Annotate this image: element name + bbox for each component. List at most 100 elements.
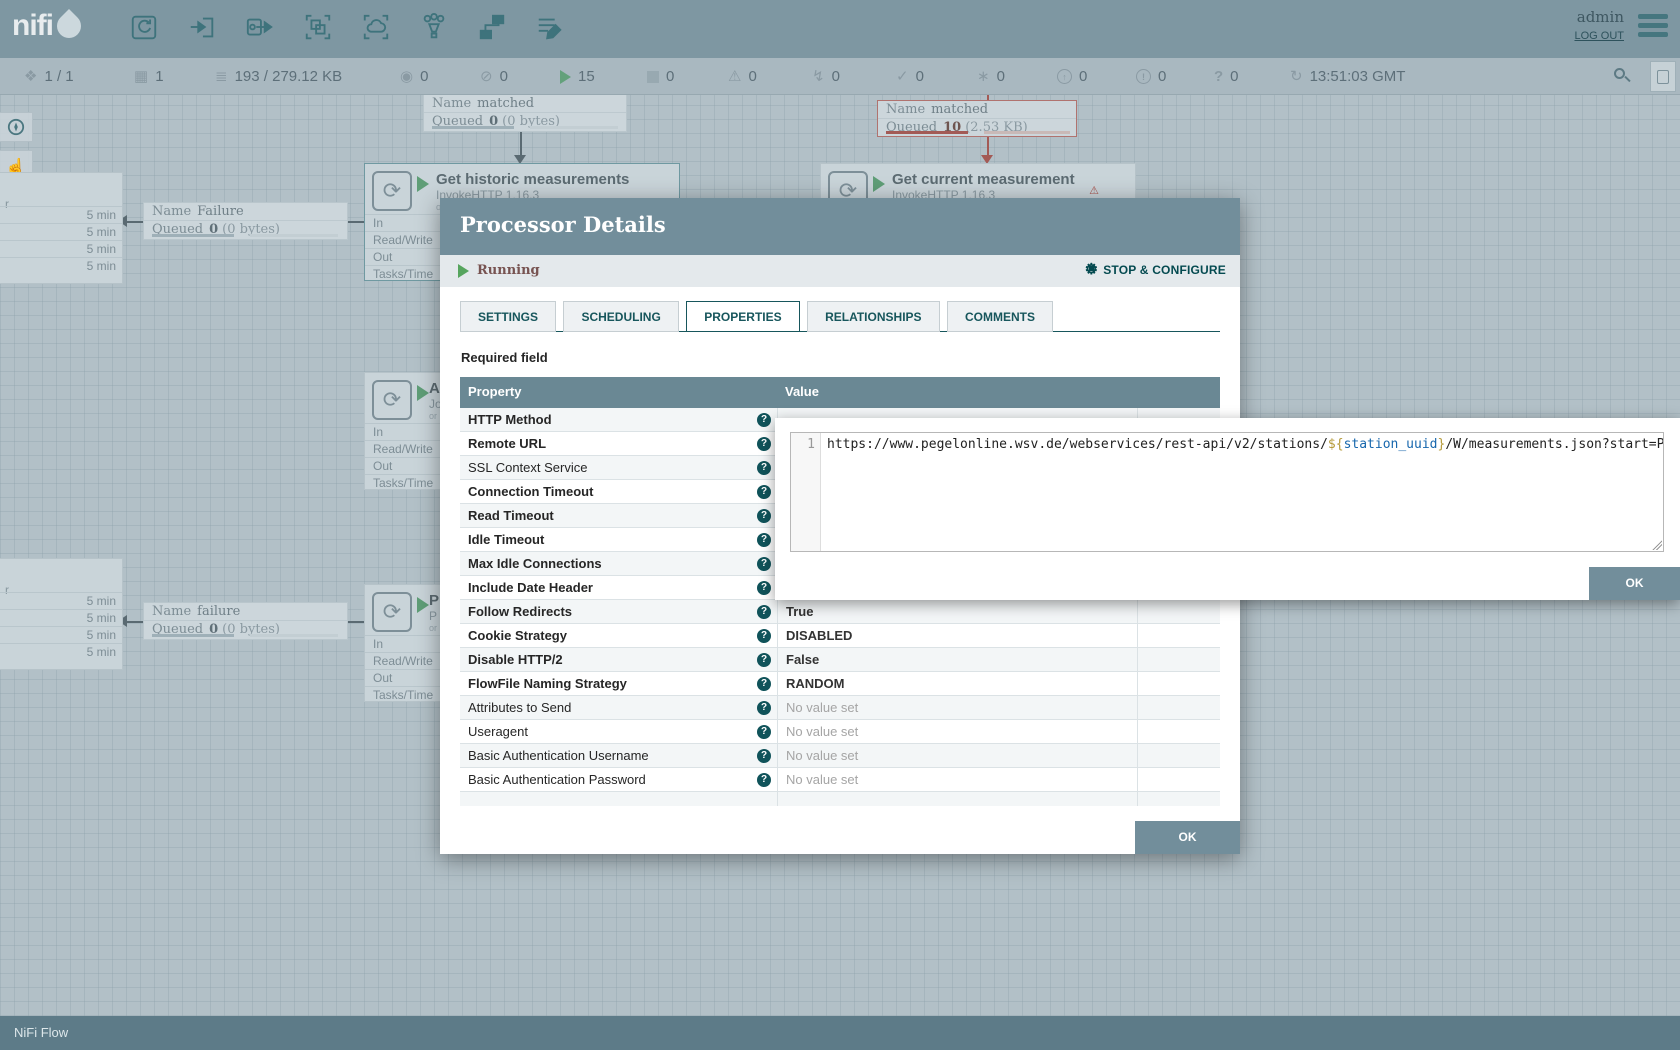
property-row-basic-auth-password[interactable]: Basic Authentication Password? No value … — [460, 768, 1220, 792]
label-icon[interactable] — [534, 8, 566, 46]
property-row-useragent[interactable]: Useragent? No value set — [460, 720, 1220, 744]
navigate-palette[interactable] — [0, 112, 33, 142]
status-up-to-date: ✓ 0 — [896, 58, 924, 95]
refresh-icon[interactable]: ↻ — [1290, 69, 1303, 84]
logout-link[interactable]: LOG OUT — [1574, 30, 1624, 42]
line-number: 1 — [807, 437, 815, 452]
input-port-icon[interactable] — [186, 8, 218, 46]
processor-icon[interactable] — [128, 8, 160, 46]
not-transmitting-icon: ⊘ — [480, 69, 493, 84]
sync-failure-question-icon: ? — [1214, 69, 1223, 84]
tab-relationships[interactable]: RELATIONSHIPS — [807, 301, 939, 332]
help-icon[interactable]: ? — [757, 773, 771, 787]
process-group-icon[interactable] — [302, 8, 334, 46]
editor-ok-button[interactable]: OK — [1589, 567, 1680, 600]
breadcrumb[interactable]: NiFi Flow — [14, 1025, 68, 1040]
funnel-icon[interactable] — [418, 8, 450, 46]
el-parameter: station_uuid — [1344, 437, 1438, 452]
compass-icon — [7, 118, 25, 136]
check-icon: ✓ — [896, 69, 909, 84]
status-invalid: ⚠ 0 — [728, 58, 757, 95]
current-user: admin — [1574, 8, 1624, 26]
processor-type: P — [429, 609, 437, 623]
status-sync-failure: ? 0 — [1214, 58, 1239, 95]
queued-list-icon: ≣ — [215, 69, 228, 84]
status-disabled: ↯ 0 — [812, 58, 840, 95]
dialog-header: Processor Details — [440, 198, 1240, 255]
property-row-follow-redirects[interactable]: Follow Redirects? True — [460, 600, 1220, 624]
cubes-icon: ❖ — [24, 69, 37, 84]
search-icon[interactable] — [1614, 68, 1630, 84]
resize-handle-icon[interactable] — [1651, 539, 1662, 550]
processor-clipped-left-top[interactable]: r 5 min 5 min 5 min 5 min — [0, 172, 123, 284]
help-icon[interactable]: ? — [757, 653, 771, 667]
processor-type-icon: ⟳ — [372, 171, 412, 211]
help-icon[interactable]: ? — [757, 533, 771, 547]
help-icon[interactable]: ? — [757, 581, 771, 595]
processor-bundle: or — [429, 411, 437, 421]
nifi-logo-text: nifi — [12, 9, 53, 43]
nifi-drop-icon — [52, 9, 86, 43]
help-icon[interactable]: ? — [757, 701, 771, 715]
help-icon[interactable]: ? — [757, 437, 771, 451]
help-icon[interactable]: ? — [757, 557, 771, 571]
connection-label-failure[interactable]: NameFailure Queued0(0 bytes) — [143, 202, 348, 240]
tab-properties[interactable]: PROPERTIES — [686, 301, 799, 332]
invalid-warning-icon: ⚠ — [728, 69, 741, 84]
connection-label-failure-2[interactable]: Namefailure Queued0(0 bytes) — [143, 602, 348, 640]
stopped-square-icon — [647, 71, 659, 83]
help-icon[interactable]: ? — [757, 413, 771, 427]
connection-label-matched-full[interactable]: Namematched Queued10(2.53 KB) — [877, 100, 1077, 137]
running-indicator-icon — [417, 176, 429, 192]
tab-scheduling[interactable]: SCHEDULING — [563, 301, 678, 332]
app-header: nifi admin LOG OUT — [0, 0, 1680, 58]
help-icon[interactable]: ? — [757, 509, 771, 523]
running-indicator-icon — [417, 385, 429, 401]
help-icon[interactable]: ? — [757, 749, 771, 763]
global-menu-icon[interactable] — [1638, 14, 1668, 41]
connection-label-matched[interactable]: Namematched Queued0(0 bytes) — [423, 95, 627, 132]
tab-settings[interactable]: SETTINGS — [460, 301, 556, 332]
processor-bundle: or — [429, 623, 437, 633]
property-row-disable-http2[interactable]: Disable HTTP/2? False — [460, 648, 1220, 672]
output-port-icon[interactable] — [244, 8, 276, 46]
user-block: admin LOG OUT — [1574, 8, 1624, 42]
properties-table-header: Property Value — [460, 377, 1220, 408]
help-icon[interactable]: ? — [757, 629, 771, 643]
status-locally-modified-and-stale: ! 0 — [1136, 58, 1166, 95]
bang-circle-icon: ! — [1136, 69, 1151, 84]
processor-clipped-left-bottom[interactable]: r 5 min 5 min 5 min 5 min — [0, 558, 123, 670]
disabled-bolt-icon: ↯ — [812, 69, 825, 84]
required-field-note: Required field — [461, 350, 548, 365]
remote-process-group-icon[interactable] — [360, 8, 392, 46]
running-indicator-icon — [873, 176, 885, 192]
transmitting-icon: ◉ — [400, 69, 413, 84]
property-row-cookie-strategy[interactable]: Cookie Strategy? DISABLED — [460, 624, 1220, 648]
property-row-partial — [460, 792, 1220, 806]
component-toolbar — [128, 8, 566, 46]
help-icon[interactable]: ? — [757, 461, 771, 475]
tab-comments[interactable]: COMMENTS — [947, 301, 1053, 332]
property-row-attributes-to-send[interactable]: Attributes to Send? No value set — [460, 696, 1220, 720]
help-icon[interactable]: ? — [757, 677, 771, 691]
help-icon[interactable]: ? — [757, 605, 771, 619]
editor-code-area[interactable]: https://www.pegelonline.wsv.de/webservic… — [822, 433, 1663, 551]
property-row-basic-auth-username[interactable]: Basic Authentication Username? No value … — [460, 744, 1220, 768]
breadcrumb-bar: NiFi Flow — [0, 1016, 1680, 1050]
status-running: 15 — [560, 58, 595, 95]
stop-configure-icon: ⚙ — [1085, 262, 1099, 277]
value-editor-box: 1 https://www.pegelonline.wsv.de/webserv… — [790, 432, 1664, 552]
property-row-flowfile-naming-strategy[interactable]: FlowFile Naming Strategy? RANDOM — [460, 672, 1220, 696]
dialog-ok-button[interactable]: OK — [1135, 821, 1240, 854]
stop-and-configure-button[interactable]: ⚙ STOP & CONFIGURE — [1085, 262, 1226, 277]
asterisk-icon: ∗ — [977, 69, 990, 84]
status-locally-modified: ∗ 0 — [977, 58, 1005, 95]
running-indicator-icon — [417, 597, 429, 613]
processor-state: Running — [458, 263, 540, 278]
help-icon[interactable]: ? — [757, 725, 771, 739]
processor-title: P — [429, 592, 439, 609]
help-icon[interactable]: ? — [757, 485, 771, 499]
template-icon[interactable] — [476, 8, 508, 46]
toggle-palette-button[interactable] — [1650, 61, 1676, 92]
processor-type-icon: ⟳ — [372, 380, 412, 420]
